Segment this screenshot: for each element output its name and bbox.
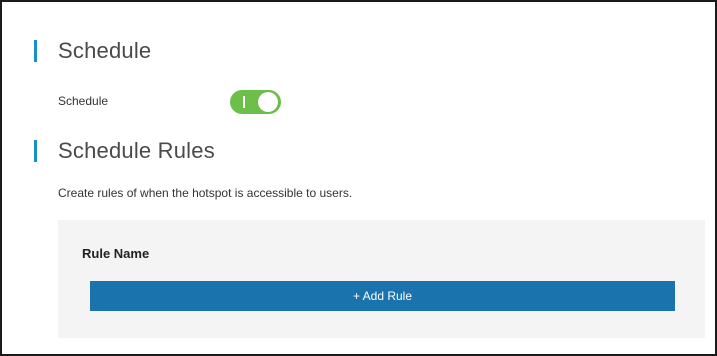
settings-frame: Schedule Schedule Schedule Rules Create …: [0, 0, 717, 356]
schedule-toggle[interactable]: [230, 90, 281, 114]
rules-heading: Schedule Rules: [58, 138, 215, 163]
toggle-knob: [258, 92, 278, 112]
add-rule-button[interactable]: + Add Rule: [90, 281, 675, 311]
rules-section-header: Schedule Rules: [34, 138, 215, 164]
schedule-toggle-label: Schedule: [58, 94, 109, 108]
toggle-on-icon: [243, 96, 245, 108]
rules-panel: Rule Name + Add Rule: [58, 220, 705, 338]
section-accent-bar: [34, 140, 37, 162]
rules-description: Create rules of when the hotspot is acce…: [58, 186, 353, 200]
rule-name-column-header: Rule Name: [82, 246, 150, 261]
section-accent-bar: [34, 40, 37, 62]
schedule-section-header: Schedule: [34, 38, 151, 64]
schedule-heading: Schedule: [58, 38, 152, 63]
